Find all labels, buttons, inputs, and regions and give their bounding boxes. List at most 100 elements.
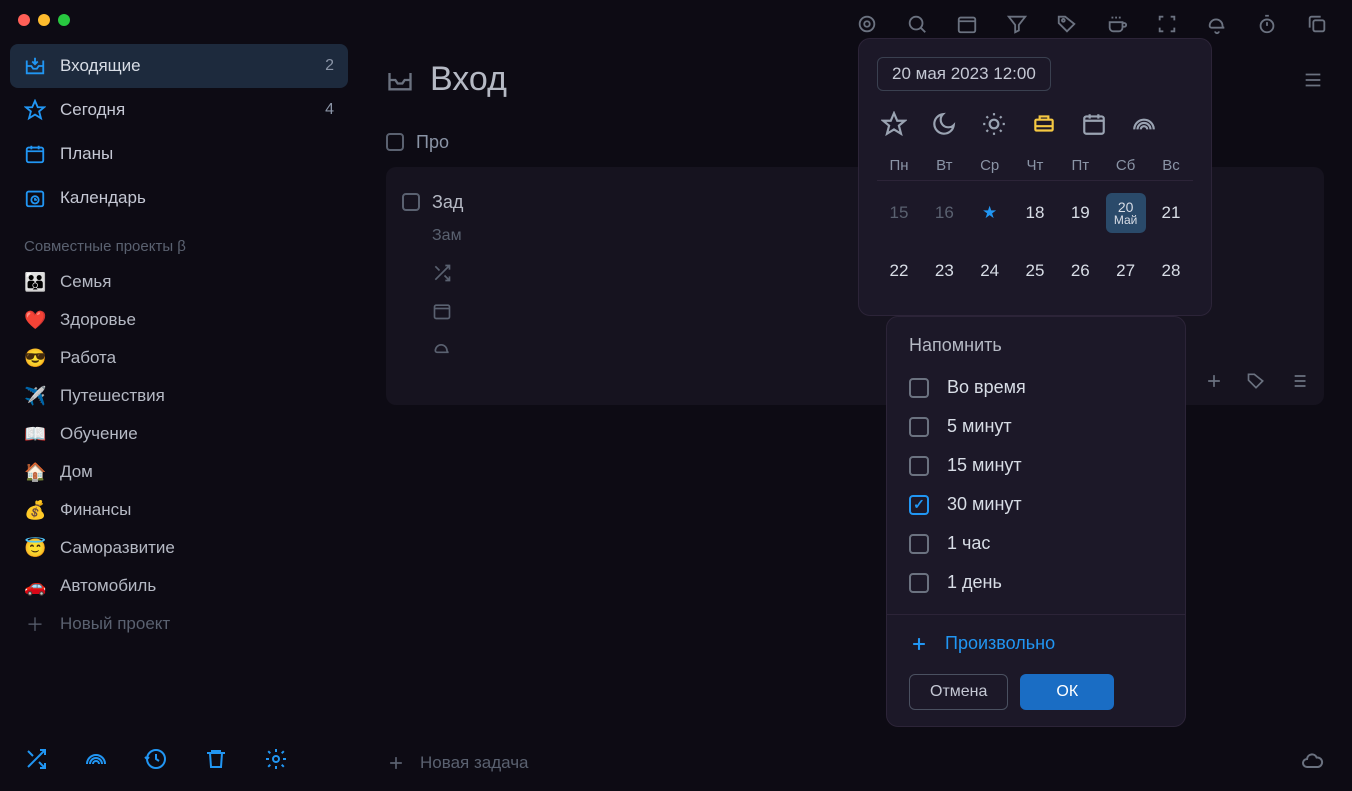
checkbox[interactable]	[909, 456, 929, 476]
gear-icon[interactable]	[264, 747, 288, 771]
menu-icon[interactable]	[1302, 69, 1324, 91]
reminder-option[interactable]: Во время	[887, 368, 1185, 407]
date-time-chip[interactable]: 20 мая 2023 12:00	[877, 57, 1051, 91]
checkbox[interactable]	[909, 417, 929, 437]
bell-icon[interactable]	[432, 339, 452, 359]
date-cell[interactable]: 15	[879, 193, 919, 233]
project-item[interactable]: 😎Работа	[0, 339, 358, 377]
nav-inbox[interactable]: Входящие 2	[10, 44, 348, 88]
target-icon[interactable]	[856, 13, 878, 35]
project-item[interactable]: 🚗Автомобиль	[0, 567, 358, 605]
date-cell[interactable]: 16	[924, 193, 964, 233]
new-task-button[interactable]: Новая задача	[386, 753, 529, 773]
date-cell[interactable]: 26	[1060, 251, 1100, 291]
main-area: Вход Про Зад Зам	[358, 0, 1352, 791]
trash-icon[interactable]	[204, 747, 228, 771]
plus-icon[interactable]	[1204, 371, 1224, 391]
weekday: Сб	[1106, 157, 1146, 174]
ok-button[interactable]: ОК	[1020, 674, 1114, 710]
cancel-button[interactable]: Отмена	[909, 674, 1008, 710]
history-icon[interactable]	[144, 747, 168, 771]
search-icon[interactable]	[906, 13, 928, 35]
maximize-window-button[interactable]	[58, 14, 70, 26]
new-project-label: Новый проект	[60, 614, 170, 634]
reminder-popup: Напомнить Во время 5 минут 15 минут 30 м…	[886, 316, 1186, 727]
date-cell[interactable]: 25	[1015, 251, 1055, 291]
date-cell[interactable]: 28	[1151, 251, 1191, 291]
checkbox[interactable]	[909, 534, 929, 554]
project-item[interactable]: ✈️Путешествия	[0, 377, 358, 415]
focus-icon[interactable]	[1156, 13, 1178, 35]
weekday: Пн	[879, 157, 919, 174]
someday-rainbow-icon[interactable]	[1131, 111, 1157, 137]
reminder-title: Напомнить	[887, 335, 1185, 368]
reminder-footer: Отмена ОК	[887, 660, 1185, 710]
weekday: Вс	[1151, 157, 1191, 174]
stopwatch-icon[interactable]	[1256, 13, 1278, 35]
close-window-button[interactable]	[18, 14, 30, 26]
date-cell[interactable]: 22	[879, 251, 919, 291]
date-month-label: Май	[1114, 213, 1138, 227]
reminder-custom-button[interactable]: Произвольно	[887, 627, 1185, 660]
tonight-moon-icon[interactable]	[931, 111, 957, 137]
weekend-icon[interactable]	[1031, 111, 1057, 137]
today-star-icon[interactable]	[881, 111, 907, 137]
date-cell-today[interactable]: ★	[970, 193, 1010, 233]
reminder-option-label: 30 минут	[947, 494, 1022, 515]
project-emoji: 💰	[24, 500, 46, 521]
calendar-icon[interactable]	[956, 13, 978, 35]
plus-icon	[909, 634, 929, 654]
cloud-sync-icon[interactable]	[1300, 749, 1324, 773]
date-cell[interactable]: 18	[1015, 193, 1055, 233]
copy-icon[interactable]	[1306, 13, 1328, 35]
project-item[interactable]: 💰Финансы	[0, 491, 358, 529]
tag-icon[interactable]	[1246, 371, 1266, 391]
date-cell-selected[interactable]: 20 Май	[1106, 193, 1146, 233]
rainbow-icon[interactable]	[84, 747, 108, 771]
date-cell[interactable]: 24	[970, 251, 1010, 291]
checkbox[interactable]	[909, 378, 929, 398]
project-item[interactable]: ❤️Здоровье	[0, 301, 358, 339]
reminder-option-label: 5 минут	[947, 416, 1012, 437]
date-cell[interactable]: 23	[924, 251, 964, 291]
reminder-option[interactable]: 1 день	[887, 563, 1185, 602]
minimize-window-button[interactable]	[38, 14, 50, 26]
date-cell[interactable]: 19	[1060, 193, 1100, 233]
tomorrow-sun-icon[interactable]	[981, 111, 1007, 137]
task-title: Про	[416, 132, 449, 153]
new-task-label: Новая задача	[420, 753, 529, 773]
date-cell[interactable]: 21	[1151, 193, 1191, 233]
nav-plans[interactable]: Планы	[10, 132, 348, 176]
new-project-button[interactable]: ＋ Новый проект	[0, 605, 358, 643]
date-cell[interactable]: 27	[1106, 251, 1146, 291]
nav-calendar[interactable]: Календарь	[10, 176, 348, 220]
shuffle-icon[interactable]	[24, 747, 48, 771]
reminder-option[interactable]: 1 час	[887, 524, 1185, 563]
project-item[interactable]: 👪Семья	[0, 263, 358, 301]
list-icon[interactable]	[1288, 371, 1308, 391]
shuffle-icon[interactable]	[432, 263, 452, 283]
plus-icon	[386, 753, 406, 773]
nav-today[interactable]: Сегодня 4	[10, 88, 348, 132]
task-checkbox[interactable]	[402, 193, 420, 211]
filter-icon[interactable]	[1006, 13, 1028, 35]
reminder-option[interactable]: 5 минут	[887, 407, 1185, 446]
next-week-calendar-icon[interactable]	[1081, 111, 1107, 137]
project-item[interactable]: 📖Обучение	[0, 415, 358, 453]
project-item[interactable]: 😇Саморазвитие	[0, 529, 358, 567]
tag-icon[interactable]	[1056, 13, 1078, 35]
reminder-option-label: 1 час	[947, 533, 990, 554]
checkbox-checked[interactable]	[909, 495, 929, 515]
project-item[interactable]: 🏠Дом	[0, 453, 358, 491]
reminder-option[interactable]: 30 минут	[887, 485, 1185, 524]
coffee-icon[interactable]	[1106, 13, 1128, 35]
task-checkbox[interactable]	[386, 133, 404, 151]
project-emoji: 🚗	[24, 576, 46, 597]
checkbox[interactable]	[909, 573, 929, 593]
project-label: Дом	[60, 462, 93, 482]
calendar-icon[interactable]	[432, 301, 452, 321]
weekday: Пт	[1060, 157, 1100, 174]
inbox-icon	[386, 66, 414, 94]
bell-icon[interactable]	[1206, 13, 1228, 35]
reminder-option[interactable]: 15 минут	[887, 446, 1185, 485]
